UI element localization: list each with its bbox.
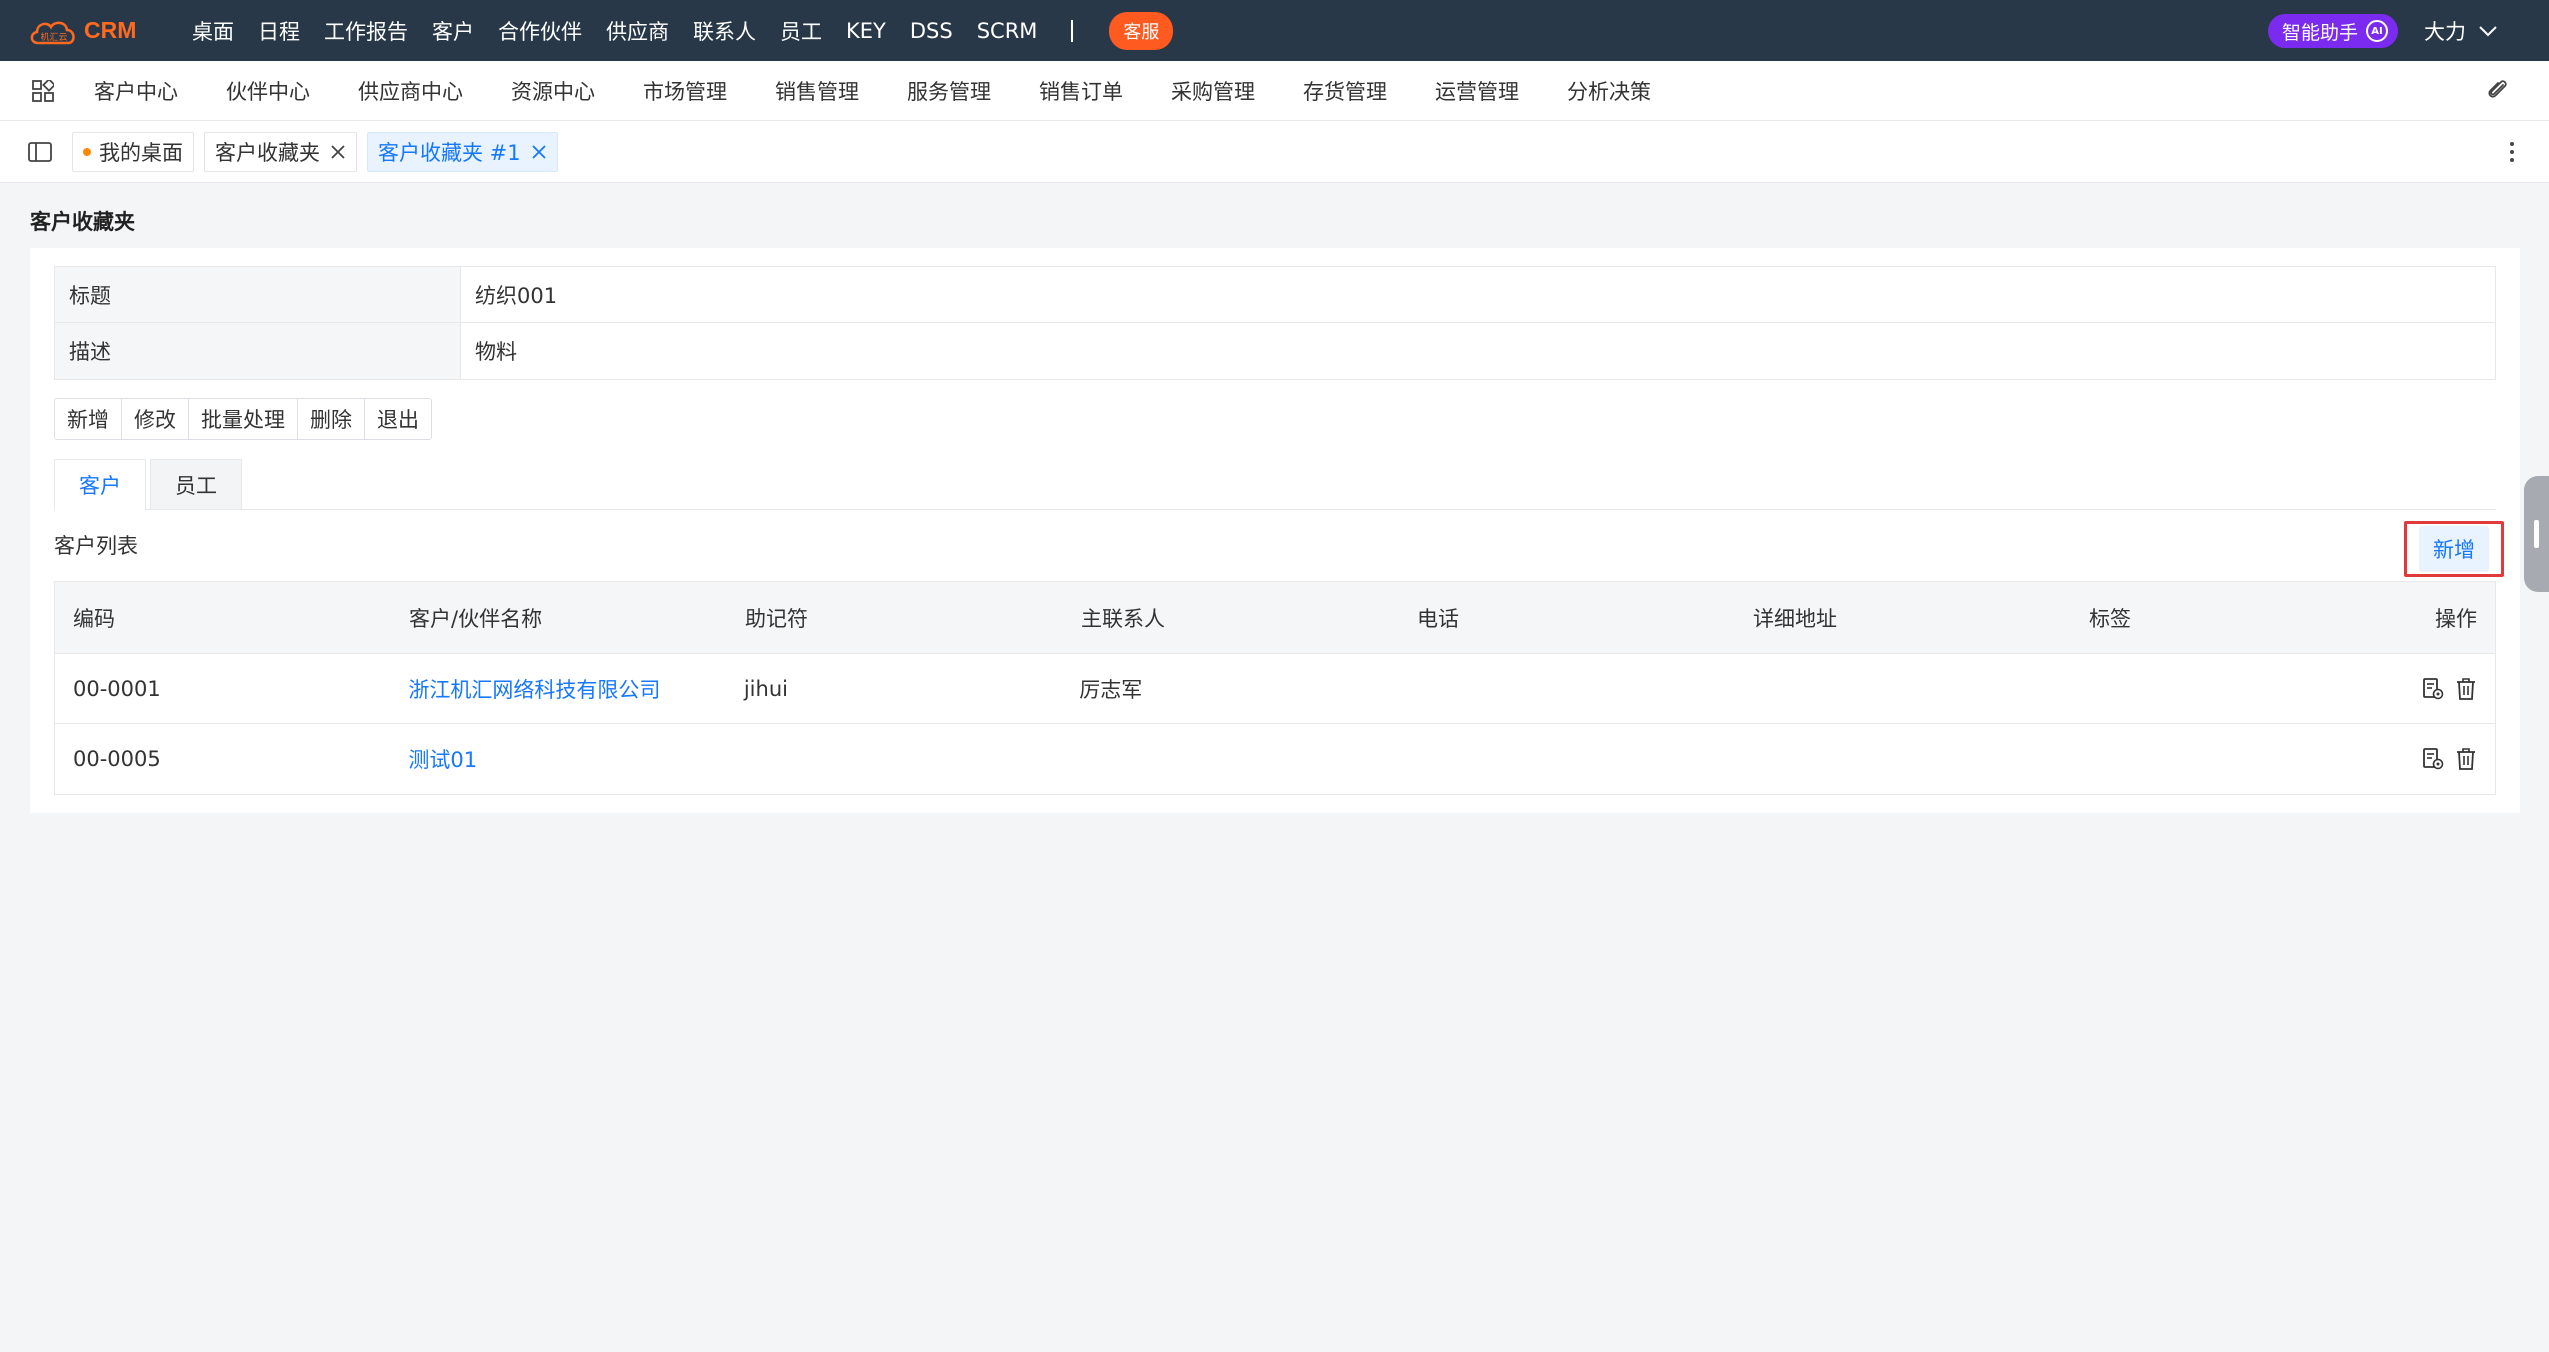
topnav-desktop[interactable]: 桌面 — [192, 16, 234, 46]
module-marketing[interactable]: 市场管理 — [643, 76, 727, 106]
exit-button[interactable]: 退出 — [365, 399, 431, 439]
topnav-scrm[interactable]: SCRM — [977, 19, 1038, 43]
info-key: 描述 — [55, 323, 461, 379]
info-row-description: 描述 物料 — [55, 323, 2495, 379]
page-tab-label: 客户收藏夹 #1 — [378, 140, 521, 165]
module-nav: 客户中心 伙伴中心 供应商中心 资源中心 市场管理 销售管理 服务管理 销售订单… — [0, 61, 2549, 121]
detail-panel: 标题 纺织001 描述 物料 新增 修改 批量处理 删除 退出 客户 员工 客户… — [30, 248, 2520, 813]
table-header: 编码 客户/伙伴名称 助记符 主联系人 电话 详细地址 标签 操作 — [55, 582, 2495, 654]
module-supplier-center[interactable]: 供应商中心 — [358, 76, 463, 106]
trash-icon[interactable] — [2455, 677, 2477, 701]
page-title: 客户收藏夹 — [30, 210, 135, 234]
cell-mnemonic: jihui — [743, 676, 788, 701]
user-menu[interactable]: 大力 — [2424, 16, 2498, 46]
app-logo[interactable]: 机汇云 CRM — [28, 11, 178, 51]
paperclip-icon[interactable] — [2485, 77, 2511, 103]
module-service[interactable]: 服务管理 — [907, 76, 991, 106]
module-customer-center[interactable]: 客户中心 — [94, 76, 178, 106]
active-dot-icon — [83, 147, 91, 156]
module-sales[interactable]: 销售管理 — [775, 76, 859, 106]
add-button[interactable]: 新增 — [55, 399, 122, 439]
svg-text:机汇云: 机汇云 — [40, 31, 67, 43]
logo-text: CRM — [84, 17, 137, 43]
list-label: 客户列表 — [54, 534, 138, 558]
page-tab-my-desktop[interactable]: 我的桌面 — [72, 131, 194, 172]
col-header-address: 详细地址 — [1753, 606, 1837, 631]
edit-button[interactable]: 修改 — [122, 399, 189, 439]
page-tab-label: 我的桌面 — [99, 140, 183, 165]
cell-code: 00-0001 — [73, 676, 161, 701]
topnav-supplier[interactable]: 供应商 — [606, 16, 669, 46]
topnav-work-report[interactable]: 工作报告 — [324, 16, 408, 46]
customer-name-link[interactable]: 浙江机汇网络科技有限公司 — [408, 678, 660, 702]
close-icon[interactable] — [531, 144, 547, 160]
table-row: 00-0005 测试01 — [55, 724, 2495, 794]
trash-icon[interactable] — [2455, 747, 2477, 771]
info-value: 纺织001 — [475, 283, 558, 308]
col-header-contact: 主联系人 — [1081, 606, 1165, 631]
customer-table: 编码 客户/伙伴名称 助记符 主联系人 电话 详细地址 标签 操作 00-000… — [54, 581, 2496, 795]
col-header-mnemonic: 助记符 — [745, 606, 808, 631]
sidebar-toggle-icon[interactable] — [28, 141, 52, 162]
page-tab-label: 客户收藏夹 — [215, 140, 320, 165]
close-icon[interactable] — [330, 144, 346, 160]
chevron-down-icon — [2479, 26, 2497, 37]
tab-customers[interactable]: 客户 — [54, 459, 146, 510]
module-resource-center[interactable]: 资源中心 — [511, 76, 595, 106]
topnav-key[interactable]: KEY — [846, 19, 886, 43]
topnav-partner[interactable]: 合作伙伴 — [498, 16, 582, 46]
nav-divider — [1071, 19, 1074, 42]
cell-code: 00-0005 — [73, 747, 161, 771]
topnav-contact[interactable]: 联系人 — [693, 16, 756, 46]
add-highlight: 新增 — [2404, 521, 2504, 577]
col-header-phone: 电话 — [1417, 606, 1459, 631]
top-nav: 桌面 日程 工作报告 客户 合作伙伴 供应商 联系人 员工 KEY DSS SC… — [192, 0, 1174, 61]
customer-service-button[interactable]: 客服 — [1109, 11, 1174, 50]
more-vertical-icon[interactable] — [2509, 141, 2515, 163]
module-purchasing[interactable]: 采购管理 — [1171, 76, 1255, 106]
page-tab-customer-favorites[interactable]: 客户收藏夹 — [204, 131, 357, 172]
page-tab-customer-favorites-1[interactable]: 客户收藏夹 #1 — [367, 131, 558, 172]
delete-button[interactable]: 删除 — [298, 399, 365, 439]
module-partner-center[interactable]: 伙伴中心 — [226, 76, 310, 106]
info-table: 标题 纺织001 描述 物料 — [54, 266, 2496, 380]
action-button-group: 新增 修改 批量处理 删除 退出 — [54, 398, 432, 440]
module-sales-orders[interactable]: 销售订单 — [1039, 76, 1123, 106]
info-row-title: 标题 纺织001 — [55, 267, 2495, 323]
sub-tabs: 客户 员工 — [54, 459, 2496, 510]
batch-process-button[interactable]: 批量处理 — [189, 399, 298, 439]
info-key: 标题 — [55, 267, 461, 322]
module-analytics[interactable]: 分析决策 — [1567, 76, 1651, 106]
page-tabs-bar: 我的桌面 客户收藏夹 客户收藏夹 #1 — [0, 121, 2549, 183]
topnav-employee[interactable]: 员工 — [780, 16, 822, 46]
cloud-logo-icon: 机汇云 — [28, 17, 80, 45]
ai-assistant-button[interactable]: 智能助手 AI — [2268, 14, 2399, 48]
customer-name-link[interactable]: 测试01 — [408, 748, 477, 772]
cell-contact: 厉志军 — [1079, 677, 1143, 702]
col-header-code: 编码 — [73, 606, 115, 631]
info-value: 物料 — [475, 340, 517, 364]
ai-assistant-label: 智能助手 — [2282, 21, 2359, 44]
col-header-actions: 操作 — [2435, 606, 2477, 631]
col-header-tags: 标签 — [2089, 606, 2131, 631]
top-bar: 机汇云 CRM 桌面 日程 工作报告 客户 合作伙伴 供应商 联系人 员工 KE… — [0, 0, 2549, 61]
module-operations[interactable]: 运营管理 — [1435, 76, 1519, 106]
user-name: 大力 — [2424, 20, 2466, 44]
side-drawer-handle[interactable] — [2524, 476, 2549, 592]
topnav-dss[interactable]: DSS — [910, 19, 953, 43]
view-detail-icon[interactable] — [2421, 677, 2445, 701]
apps-grid-icon[interactable] — [32, 79, 54, 102]
table-row: 00-0001 浙江机汇网络科技有限公司 jihui 厉志军 — [55, 654, 2495, 724]
view-detail-icon[interactable] — [2421, 747, 2445, 771]
tab-employees[interactable]: 员工 — [150, 459, 242, 509]
add-customer-button[interactable]: 新增 — [2419, 526, 2489, 572]
topnav-schedule[interactable]: 日程 — [258, 16, 300, 46]
col-header-name: 客户/伙伴名称 — [409, 606, 543, 631]
topnav-customer[interactable]: 客户 — [432, 16, 474, 46]
module-inventory[interactable]: 存货管理 — [1303, 76, 1387, 106]
ai-icon: AI — [2366, 20, 2389, 42]
